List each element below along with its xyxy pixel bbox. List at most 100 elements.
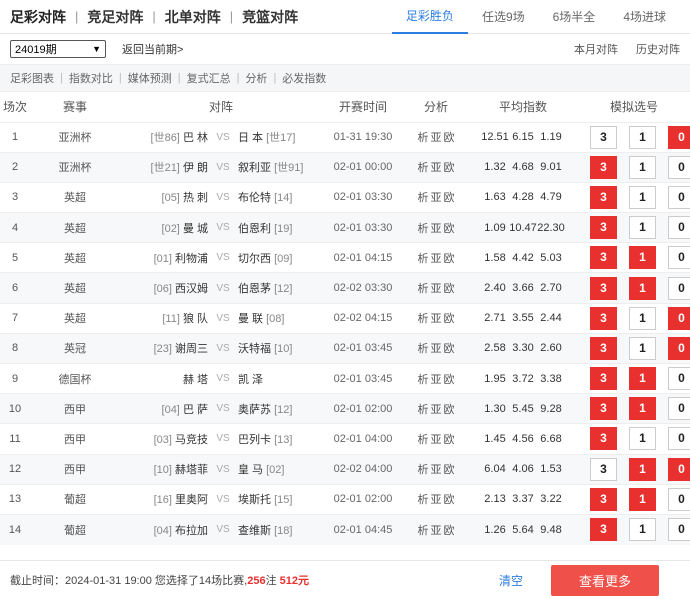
euro-odds-link[interactable]: 欧 <box>444 525 455 537</box>
analysis-link[interactable]: 析 <box>418 313 429 325</box>
analysis-link[interactable]: 析 <box>418 404 429 416</box>
home-team-name[interactable]: 西汉姆 <box>175 283 208 295</box>
league-name[interactable]: 亚洲杯 <box>30 121 120 153</box>
pick-button-0[interactable]: 0 <box>668 246 690 270</box>
nav-jinglan[interactable]: 竞篮对阵 <box>242 7 298 27</box>
pick-button-1[interactable]: 1 <box>629 487 657 511</box>
league-name[interactable]: 英超 <box>30 272 120 304</box>
euro-odds-link[interactable]: 欧 <box>444 283 455 295</box>
pick-button-1[interactable]: 1 <box>629 427 657 451</box>
pick-button-0[interactable]: 0 <box>668 336 690 360</box>
home-team-name[interactable]: 热 刺 <box>183 192 208 204</box>
tab-4changjinqiu[interactable]: 4场进球 <box>609 0 680 34</box>
pick-button-3[interactable]: 3 <box>590 185 618 209</box>
pick-button-0[interactable]: 0 <box>668 155 690 179</box>
pick-button-3[interactable]: 3 <box>590 155 618 179</box>
away-team-name[interactable]: 日 本 <box>238 132 263 144</box>
pick-button-3[interactable]: 3 <box>590 457 618 481</box>
league-name[interactable]: 亚洲杯 <box>30 151 120 183</box>
pick-button-3[interactable]: 3 <box>590 518 618 542</box>
pick-button-0[interactable]: 0 <box>668 457 690 481</box>
asian-odds-link[interactable]: 亚 <box>431 464 442 476</box>
home-team-name[interactable]: 赫塔菲 <box>175 464 208 476</box>
asian-odds-link[interactable]: 亚 <box>431 192 442 204</box>
period-select[interactable]: 24019期 ▼ <box>10 40 106 58</box>
pick-button-3[interactable]: 3 <box>590 427 618 451</box>
tool-betfair-index[interactable]: 必发指数 <box>282 70 326 86</box>
view-more-button[interactable]: 查看更多 <box>551 565 659 596</box>
asian-odds-link[interactable]: 亚 <box>431 223 442 235</box>
nav-jingzu[interactable]: 竞足对阵 <box>87 7 143 27</box>
pick-button-1[interactable]: 1 <box>629 216 657 240</box>
pick-button-1[interactable]: 1 <box>629 155 657 179</box>
away-team-name[interactable]: 奥萨苏 <box>238 404 271 416</box>
home-team-name[interactable]: 布拉加 <box>175 525 208 537</box>
history-fixtures-link[interactable]: 历史对阵 <box>636 41 680 57</box>
pick-button-0[interactable]: 0 <box>668 487 690 511</box>
analysis-link[interactable]: 析 <box>418 464 429 476</box>
euro-odds-link[interactable]: 欧 <box>444 313 455 325</box>
league-name[interactable]: 英冠 <box>30 332 120 364</box>
nav-beidan[interactable]: 北单对阵 <box>165 7 221 27</box>
asian-odds-link[interactable]: 亚 <box>431 434 442 446</box>
pick-button-3[interactable]: 3 <box>590 246 618 270</box>
tab-renxuan9[interactable]: 任选9场 <box>468 0 539 34</box>
analysis-link[interactable]: 析 <box>418 283 429 295</box>
home-team-name[interactable]: 里奥阿 <box>175 494 208 506</box>
euro-odds-link[interactable]: 欧 <box>444 253 455 265</box>
home-team-name[interactable]: 巴 萨 <box>183 404 208 416</box>
clear-button[interactable]: 清空 <box>499 572 523 589</box>
league-name[interactable]: 英超 <box>30 181 120 213</box>
euro-odds-link[interactable]: 欧 <box>444 494 455 506</box>
league-name[interactable]: 德国杯 <box>30 362 120 394</box>
league-name[interactable]: 西甲 <box>30 423 120 455</box>
asian-odds-link[interactable]: 亚 <box>431 162 442 174</box>
pick-button-0[interactable]: 0 <box>668 306 690 330</box>
league-name[interactable]: 英超 <box>30 212 120 243</box>
tool-chart[interactable]: 足彩图表 <box>10 70 54 86</box>
analysis-link[interactable]: 析 <box>418 494 429 506</box>
home-team-name[interactable]: 伊 朗 <box>183 162 208 174</box>
league-name[interactable]: 英超 <box>30 242 120 273</box>
pick-button-1[interactable]: 1 <box>629 306 657 330</box>
monthly-fixtures-link[interactable]: 本月对阵 <box>574 41 618 57</box>
home-team-name[interactable]: 巴 林 <box>183 132 208 144</box>
away-team-name[interactable]: 查维斯 <box>238 525 271 537</box>
analysis-link[interactable]: 析 <box>418 192 429 204</box>
euro-odds-link[interactable]: 欧 <box>444 223 455 235</box>
pick-button-3[interactable]: 3 <box>590 397 618 421</box>
pick-button-3[interactable]: 3 <box>590 125 618 149</box>
home-team-name[interactable]: 曼 城 <box>183 223 208 235</box>
pick-button-3[interactable]: 3 <box>590 306 618 330</box>
pick-button-0[interactable]: 0 <box>668 216 690 240</box>
league-name[interactable]: 西甲 <box>30 453 120 485</box>
analysis-link[interactable]: 析 <box>418 343 429 355</box>
home-team-name[interactable]: 赫 塔 <box>183 374 208 386</box>
asian-odds-link[interactable]: 亚 <box>431 132 442 144</box>
analysis-link[interactable]: 析 <box>418 253 429 265</box>
analysis-link[interactable]: 析 <box>418 434 429 446</box>
analysis-link[interactable]: 析 <box>418 525 429 537</box>
euro-odds-link[interactable]: 欧 <box>444 132 455 144</box>
away-team-name[interactable]: 凯 泽 <box>238 374 263 386</box>
asian-odds-link[interactable]: 亚 <box>431 283 442 295</box>
pick-button-0[interactable]: 0 <box>668 276 690 300</box>
pick-button-1[interactable]: 1 <box>629 185 657 209</box>
pick-button-3[interactable]: 3 <box>590 487 618 511</box>
away-team-name[interactable]: 曼 联 <box>238 313 263 325</box>
analysis-link[interactable]: 析 <box>418 223 429 235</box>
pick-button-1[interactable]: 1 <box>629 457 657 481</box>
tool-odds-compare[interactable]: 指数对比 <box>69 70 113 86</box>
pick-button-3[interactable]: 3 <box>590 336 618 360</box>
analysis-link[interactable]: 析 <box>418 374 429 386</box>
euro-odds-link[interactable]: 欧 <box>444 162 455 174</box>
pick-button-0[interactable]: 0 <box>668 125 690 149</box>
pick-button-3[interactable]: 3 <box>590 216 618 240</box>
pick-button-1[interactable]: 1 <box>629 336 657 360</box>
euro-odds-link[interactable]: 欧 <box>444 192 455 204</box>
asian-odds-link[interactable]: 亚 <box>431 494 442 506</box>
pick-button-1[interactable]: 1 <box>629 367 657 391</box>
euro-odds-link[interactable]: 欧 <box>444 404 455 416</box>
tool-analysis[interactable]: 分析 <box>245 70 267 86</box>
pick-button-0[interactable]: 0 <box>668 367 690 391</box>
